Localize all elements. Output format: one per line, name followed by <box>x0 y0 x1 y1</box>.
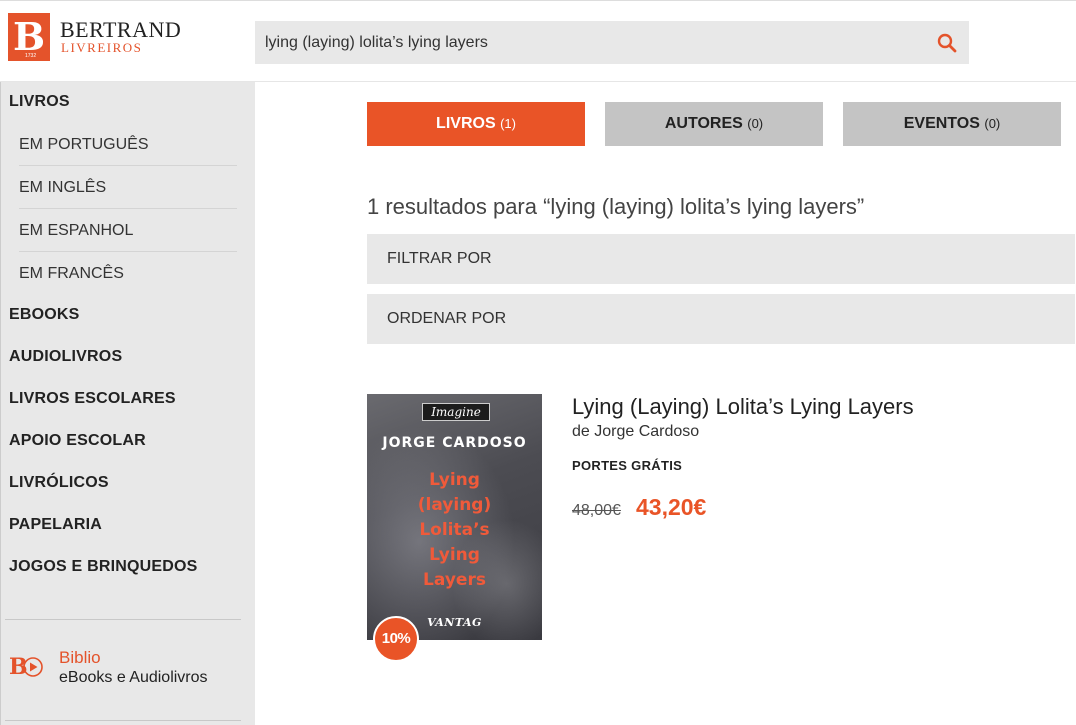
logo-sub: LIVREIROS <box>61 40 143 55</box>
sidebar-divider-bottom <box>5 720 241 721</box>
tab-autores-count: (0) <box>747 116 764 131</box>
biblio-link[interactable]: B Biblio eBooks e Audiolivros <box>9 648 208 688</box>
tab-autores-label: AUTORES <box>664 115 743 132</box>
search-bar <box>255 21 969 64</box>
logo-mark: B 1732 <box>8 13 50 61</box>
cover-author: JORGE CARDOSO <box>382 435 527 451</box>
results-heading: 1 resultados para “lying (laying) lolita… <box>367 194 865 219</box>
sort-bar[interactable]: ORDENAR POR <box>367 294 1075 344</box>
book-author-link[interactable]: de Jorge Cardoso <box>572 423 699 441</box>
sidebar-subitem-portugues[interactable]: EM PORTUGUÊS <box>19 123 237 166</box>
biblio-title: Biblio <box>59 648 101 667</box>
cover-title: Lying (laying) Lolita’s Lying Layers <box>417 470 492 590</box>
original-price: 48,00€ <box>572 502 621 519</box>
search-icon[interactable] <box>937 33 957 53</box>
site-header: B 1732 BERTRAND LIVREIROS <box>0 0 1076 82</box>
free-shipping-label: PORTES GRÁTIS <box>572 458 683 473</box>
sidebar-item-papelaria[interactable]: PAPELARIA <box>1 516 102 534</box>
sidebar-item-jogos-brinquedos[interactable]: JOGOS E BRINQUEDOS <box>1 558 198 576</box>
sidebar-subitem-espanhol[interactable]: EM ESPANHOL <box>19 209 237 252</box>
sidebar-item-livros-escolares[interactable]: LIVROS ESCOLARES <box>1 390 176 408</box>
book-title-link[interactable]: Lying (Laying) Lolita’s Lying Layers <box>572 394 914 420</box>
tab-livros[interactable]: LIVROS (1) <box>367 102 585 146</box>
logo-brand: BERTRAND <box>60 17 182 42</box>
tab-eventos-label: EVENTOS <box>903 115 980 132</box>
biblio-play-icon: B <box>9 654 43 680</box>
bertrand-logo[interactable]: B 1732 BERTRAND LIVREIROS <box>8 13 181 61</box>
category-sidebar: LIVROS EM PORTUGUÊS EM INGLÊS EM ESPANHO… <box>0 82 255 725</box>
sidebar-item-audiolivros[interactable]: AUDIOLIVROS <box>1 348 122 366</box>
sidebar-item-apoio-escolar[interactable]: APOIO ESCOLAR <box>1 432 146 450</box>
logo-wordmark: BERTRAND LIVREIROS <box>60 19 181 55</box>
cover-series-label: Imagine <box>422 403 490 421</box>
sidebar-item-livros[interactable]: LIVROS <box>1 93 70 111</box>
biblio-subtitle: eBooks e Audiolivros <box>59 669 208 686</box>
logo-year: 1732 <box>25 53 37 59</box>
sidebar-subitem-frances[interactable]: EM FRANCÊS <box>19 252 237 295</box>
tab-livros-count: (1) <box>500 116 516 131</box>
discounted-price: 43,20€ <box>636 494 707 520</box>
tab-eventos[interactable]: EVENTOS (0) <box>843 102 1061 146</box>
discount-badge: 10% <box>373 616 419 662</box>
search-input[interactable] <box>265 21 925 64</box>
tab-livros-label: LIVROS <box>436 115 496 132</box>
sidebar-item-livrolicos[interactable]: LIVRÓLICOS <box>1 474 109 492</box>
sidebar-subitem-ingles[interactable]: EM INGLÊS <box>19 166 237 209</box>
sidebar-divider <box>5 619 241 620</box>
tab-eventos-count: (0) <box>984 116 1001 131</box>
book-cover-image[interactable]: Imagine JORGE CARDOSO Lying (laying) Lol… <box>367 394 542 640</box>
tab-autores[interactable]: AUTORES (0) <box>605 102 823 146</box>
sidebar-item-ebooks[interactable]: EBOOKS <box>1 306 80 324</box>
biblio-text: Biblio eBooks e Audiolivros <box>59 648 208 688</box>
filter-bar[interactable]: FILTRAR POR <box>367 234 1075 284</box>
svg-text:B: B <box>9 654 28 680</box>
